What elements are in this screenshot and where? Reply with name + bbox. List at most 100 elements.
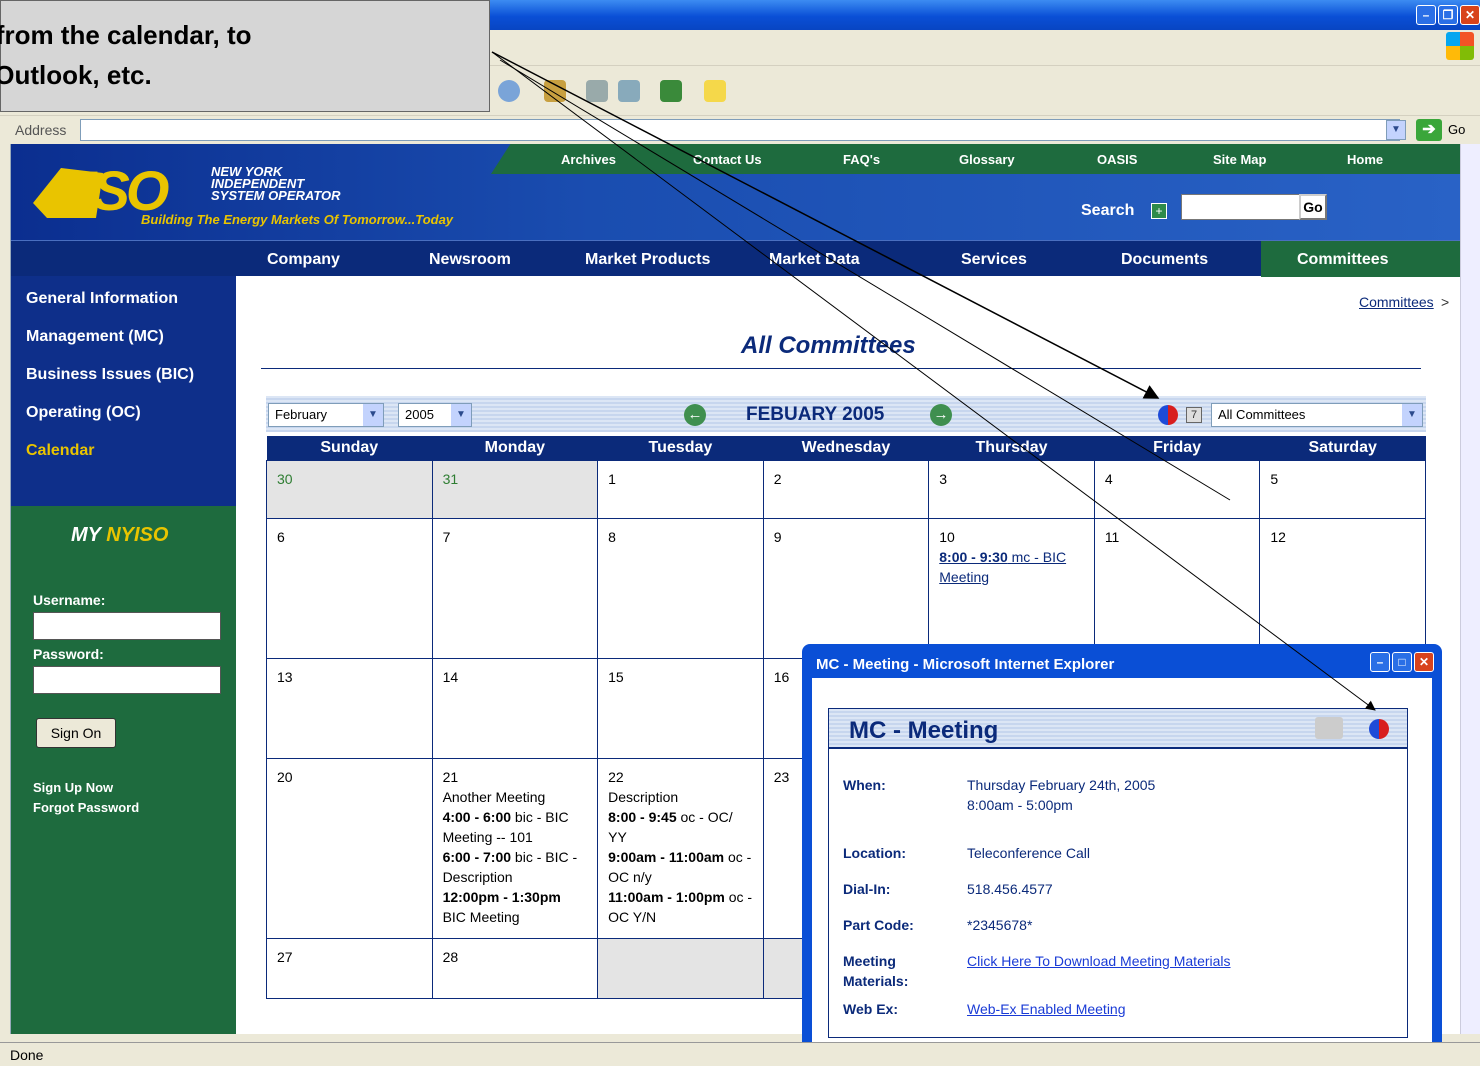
committee-filter-select[interactable]: All Committees ▼ (1211, 403, 1423, 427)
calendar-day-cell[interactable]: 30 (266, 459, 433, 519)
messenger-icon[interactable] (660, 80, 682, 102)
go-arrow-icon[interactable]: ➔ (1416, 119, 1442, 141)
main-nav: Company Newsroom Market Products Market … (11, 240, 1460, 277)
history-icon[interactable] (498, 80, 520, 102)
calendar-event[interactable]: Description (608, 787, 753, 807)
minimize-button[interactable]: – (1416, 5, 1436, 25)
day-number: 12 (1270, 528, 1286, 545)
util-home[interactable]: Home (1347, 152, 1383, 167)
week-view-icon[interactable]: 7 (1186, 407, 1202, 423)
location-label: Location: (843, 845, 906, 861)
calendar-event[interactable]: 8:00 - 9:30 mc - BIC Meeting (939, 547, 1084, 587)
calendar-day-cell[interactable]: 2 (762, 459, 930, 519)
printer-icon[interactable] (1315, 717, 1343, 739)
page-title: All Committees (741, 332, 916, 359)
sidebar-item-operating[interactable]: Operating (OC) (26, 404, 141, 422)
page-scrollbar[interactable] (1460, 144, 1480, 1034)
print-icon[interactable] (586, 80, 608, 102)
calendar-day-cell[interactable]: 28 (431, 937, 599, 999)
restore-button[interactable]: ❐ (1438, 5, 1458, 25)
calendar-day-cell[interactable]: 6 (266, 517, 433, 659)
month-select[interactable]: February ▼ (268, 403, 384, 427)
address-dropdown-icon[interactable]: ▼ (1386, 120, 1406, 140)
forgot-password-link[interactable]: Forgot Password (33, 800, 139, 815)
nav-market-data[interactable]: Market Data (769, 251, 860, 269)
nav-market-products[interactable]: Market Products (585, 251, 710, 269)
outlook-export-icon[interactable] (1158, 405, 1178, 425)
dialin-value: 518.456.4577 (967, 881, 1053, 897)
nav-newsroom[interactable]: Newsroom (429, 251, 511, 269)
username-input[interactable] (33, 612, 221, 640)
calendar-event[interactable]: 11:00am - 1:00pm oc - OC Y/N (608, 887, 753, 927)
calendar-day-cell[interactable]: 9 (762, 517, 930, 659)
sidebar-item-business-issues[interactable]: Business Issues (BIC) (26, 366, 194, 384)
day-number: 14 (442, 668, 459, 685)
util-contact-us[interactable]: Contact Us (693, 152, 762, 167)
calendar-day-cell[interactable]: 13 (266, 657, 433, 759)
popup-maximize-button[interactable]: □ (1392, 652, 1412, 672)
sign-up-link[interactable]: Sign Up Now (33, 780, 113, 795)
close-button[interactable]: ✕ (1460, 5, 1480, 25)
nav-company[interactable]: Company (267, 251, 340, 269)
calendar-day-cell[interactable]: 3 (928, 459, 1095, 519)
calendar-event[interactable]: 8:00 - 9:45 oc - OC/ YY (608, 807, 753, 847)
search-input[interactable] (1181, 194, 1301, 220)
day-number: 4 (1104, 470, 1113, 487)
calendar-event[interactable]: 9:00am - 11:00am oc - OC n/y (608, 847, 753, 887)
year-select[interactable]: 2005 ▼ (398, 403, 472, 427)
breadcrumb-committees[interactable]: Committees (1359, 294, 1434, 310)
nav-services[interactable]: Services (961, 251, 1027, 269)
calendar-day-cell[interactable]: 22 Description 8:00 - 9:45 oc - OC/ YY 9:00… (597, 757, 764, 939)
calendar-event[interactable]: 12:00pm - 1:30pm BIC Meeting (443, 887, 588, 927)
password-input[interactable] (33, 666, 221, 694)
search-plus-icon[interactable]: + (1151, 203, 1167, 219)
calendar-day-cell[interactable]: 21 Another Meeting 4:00 - 6:00 bic - BIC M… (431, 757, 599, 939)
calendar-event[interactable]: 6:00 - 7:00 bic - BIC - Description (443, 847, 588, 887)
nav-committees[interactable]: Committees (1297, 251, 1389, 269)
calendar-day-cell[interactable]: 20 (266, 757, 433, 939)
popup-minimize-button[interactable]: – (1370, 652, 1390, 672)
meeting-popup-window: MC - Meeting - Microsoft Internet Explor… (802, 644, 1442, 1066)
calendar-day-cell[interactable]: 4 (1093, 459, 1261, 519)
next-month-icon[interactable]: → (930, 404, 952, 426)
prev-month-icon[interactable]: ← (684, 404, 706, 426)
util-archives[interactable]: Archives (561, 152, 616, 167)
calendar-day-cell[interactable]: 10 8:00 - 9:30 mc - BIC Meeting (928, 517, 1095, 659)
nav-documents[interactable]: Documents (1121, 251, 1208, 269)
day-number: 31 (442, 470, 459, 487)
calendar-event[interactable]: 4:00 - 6:00 bic - BIC Meeting -- 101 (443, 807, 588, 847)
edit-icon[interactable] (618, 80, 640, 102)
calendar-event[interactable]: Another Meeting (443, 787, 588, 807)
webex-link[interactable]: Web-Ex Enabled Meeting (967, 1001, 1126, 1017)
sidebar-item-management[interactable]: Management (MC) (26, 328, 164, 346)
calendar-day-cell[interactable]: 27 (266, 937, 433, 999)
calendar-day-cell[interactable]: 15 (597, 657, 764, 759)
day-number: 6 (277, 528, 285, 545)
outlook-export-icon[interactable] (1369, 719, 1389, 739)
materials-label: Meeting (843, 953, 896, 969)
address-input[interactable] (80, 119, 1400, 141)
search-go-button[interactable]: Go (1299, 194, 1327, 220)
calendar-day-cell[interactable]: 31 (431, 459, 599, 519)
sign-on-button[interactable]: Sign On (36, 718, 116, 748)
util-site-map[interactable]: Site Map (1213, 152, 1266, 167)
calendar-day-cell[interactable] (597, 937, 764, 999)
popup-close-button[interactable]: ✕ (1414, 652, 1434, 672)
calendar-day-cell[interactable]: 1 (597, 459, 764, 519)
day-header: Sunday (266, 436, 433, 460)
download-materials-link[interactable]: Click Here To Download Meeting Materials (967, 953, 1231, 969)
util-faqs[interactable]: FAQ's (843, 152, 880, 167)
util-oasis[interactable]: OASIS (1097, 152, 1137, 167)
go-label[interactable]: Go (1448, 122, 1465, 137)
calendar-day-cell[interactable]: 11 (1093, 517, 1261, 659)
calendar-day-cell[interactable]: 14 (431, 657, 599, 759)
calendar-day-cell[interactable]: 8 (597, 517, 764, 659)
calendar-day-cell[interactable]: 5 (1259, 459, 1426, 519)
note-icon[interactable] (704, 80, 726, 102)
mail-icon[interactable] (544, 80, 566, 102)
sidebar-item-general[interactable]: General Information (26, 290, 178, 308)
calendar-day-cell[interactable]: 7 (431, 517, 599, 659)
sidebar-item-calendar[interactable]: Calendar (26, 442, 94, 460)
util-glossary[interactable]: Glossary (959, 152, 1015, 167)
calendar-day-cell[interactable]: 12 (1259, 517, 1426, 659)
